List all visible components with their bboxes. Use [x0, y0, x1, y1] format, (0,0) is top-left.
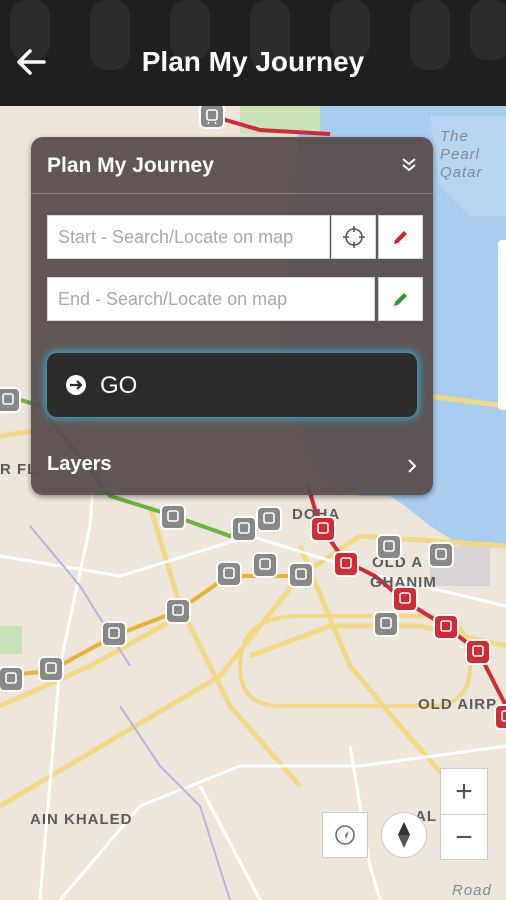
panel-divider — [31, 193, 433, 194]
go-button[interactable]: GO — [47, 353, 417, 417]
start-field[interactable] — [47, 215, 330, 259]
metro-station-icon[interactable] — [373, 611, 399, 637]
chevron-right-icon[interactable] — [405, 457, 419, 475]
my-location-button[interactable] — [322, 812, 368, 858]
metro-station-icon[interactable] — [428, 542, 454, 568]
metro-station-icon[interactable] — [0, 387, 21, 413]
compass-icon — [398, 822, 410, 848]
metro-station-icon[interactable] — [0, 666, 24, 692]
compass-button[interactable] — [381, 812, 427, 858]
metro-station-red-icon[interactable] — [392, 586, 418, 612]
metro-station-icon[interactable] — [101, 621, 127, 647]
journey-planner-panel: Plan My Journey GO Layers — [31, 137, 433, 495]
collapse-chevron-icon[interactable] — [399, 155, 419, 175]
metro-station-icon[interactable] — [216, 561, 242, 587]
map-label-pearl: Pearl — [440, 146, 481, 163]
metro-station-icon[interactable] — [256, 506, 282, 532]
go-label: GO — [100, 372, 138, 399]
zoom-controls: + − — [440, 768, 488, 860]
pick-end-on-map-button[interactable] — [378, 277, 423, 321]
map-label-ain-khaled: AIN KHALED — [30, 811, 133, 828]
end-input[interactable] — [48, 278, 374, 320]
crosshair-icon — [342, 226, 365, 248]
metro-station-red-icon[interactable] — [433, 614, 459, 640]
metro-station-icon[interactable] — [38, 656, 64, 682]
map-label-road: Road — [452, 882, 492, 899]
pick-start-on-map-button[interactable] — [378, 215, 423, 259]
metro-station-red-icon[interactable] — [494, 704, 506, 730]
metro-station-icon[interactable] — [199, 106, 225, 129]
page-title: Plan My Journey — [141, 46, 365, 77]
green-pencil-icon — [393, 293, 407, 306]
red-pencil-icon — [393, 231, 407, 244]
start-input[interactable] — [48, 216, 329, 258]
map-label-old-airport: OLD AIRP — [418, 696, 498, 713]
zoom-in-button[interactable]: + — [441, 769, 487, 814]
zoom-out-button[interactable]: − — [441, 814, 487, 860]
top-bar: Plan My Journey — [0, 0, 506, 106]
metro-station-icon[interactable] — [165, 598, 191, 624]
side-drawer-handle[interactable] — [498, 240, 506, 410]
metro-station-icon[interactable] — [376, 534, 402, 560]
metro-station-icon[interactable] — [288, 562, 314, 588]
metro-station-red-icon[interactable] — [465, 639, 491, 665]
navigation-arrow-icon — [335, 825, 355, 845]
end-field[interactable] — [47, 277, 375, 321]
metro-station-icon[interactable] — [252, 552, 278, 578]
arrow-circle-icon — [66, 375, 86, 395]
metro-station-icon[interactable] — [160, 504, 186, 530]
metro-station-red-icon[interactable] — [310, 516, 336, 542]
map-label-the: The — [440, 128, 469, 145]
map-label-qatar: Qatar — [440, 164, 483, 181]
locate-start-button[interactable] — [331, 215, 376, 259]
layers-row[interactable]: Layers — [47, 453, 112, 476]
metro-station-red-icon[interactable] — [333, 551, 359, 577]
panel-title: Plan My Journey — [47, 154, 214, 177]
metro-station-icon[interactable] — [231, 516, 257, 542]
